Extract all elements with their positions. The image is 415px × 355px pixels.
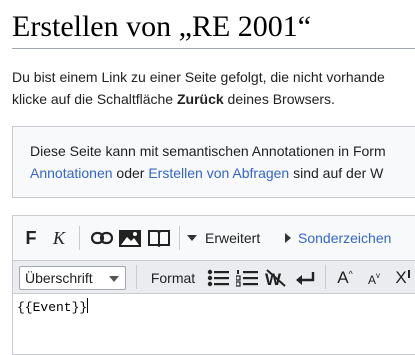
line-break-icon[interactable]: [293, 266, 317, 290]
special-chars-toggle[interactable]: Sonderzeichen: [285, 226, 405, 250]
big-text-label: A: [337, 268, 349, 287]
wiki-editor: F K Erweitert Sonderzeichen Überschrift …: [12, 215, 415, 355]
superscript-mark: [407, 270, 413, 278]
notice-text: Diese Seite kann mit semantischen Annota…: [30, 140, 386, 184]
format-label: Format: [150, 270, 196, 286]
svg-text:W: W: [265, 270, 282, 287]
advanced-label: Erweitert: [205, 230, 261, 246]
bold-button[interactable]: F: [21, 226, 41, 250]
wikitext-content: {{Event}}: [17, 300, 88, 315]
book-icon[interactable]: [147, 226, 171, 250]
wikitext-textarea[interactable]: {{Event}}: [13, 294, 415, 354]
small-text-label: A: [367, 273, 376, 287]
big-text-button[interactable]: A ^: [333, 266, 357, 290]
toolbar-separator: [79, 226, 80, 250]
image-icon[interactable]: [118, 226, 142, 250]
notice-tail-text: sind auf der W: [289, 165, 384, 181]
arrow-up-icon: ^: [348, 269, 353, 279]
superscript-label: X: [395, 268, 407, 287]
triangle-right-icon: [285, 233, 291, 243]
advanced-toolbar: Überschrift Format W A ^ Av X: [13, 260, 415, 294]
superscript-button[interactable]: X: [391, 266, 415, 290]
intro-text: Du bist einem Link zu einer Seite gefolg…: [12, 66, 385, 110]
bulleted-list-icon[interactable]: [206, 266, 230, 290]
special-chars-label: Sonderzeichen: [298, 230, 392, 246]
chevron-down-icon: [109, 276, 119, 282]
intro-line-2: klicke auf die Schaltfläche Zurück deine…: [12, 88, 385, 110]
advanced-toggle[interactable]: Erweitert: [187, 226, 273, 250]
nowiki-icon[interactable]: W: [264, 266, 288, 290]
text-cursor: [87, 298, 89, 313]
toolbar-separator: [325, 265, 326, 289]
intro-line-1: Du bist einem Link zu einer Seite gefolg…: [12, 69, 385, 85]
italic-button[interactable]: K: [49, 226, 69, 250]
page-title: Erstellen von „RE 2001“: [12, 10, 312, 43]
numbered-list-icon[interactable]: [235, 266, 259, 290]
heading-select-value: Überschrift: [25, 270, 93, 286]
toolbar-separator: [136, 265, 137, 289]
semantic-notice-box: Diese Seite kann mit semantischen Annota…: [12, 126, 415, 198]
notice-line-2: Annotationen oder Erstellen von Abfragen…: [30, 162, 386, 184]
toolbar-separator: [179, 226, 180, 250]
small-text-button[interactable]: Av: [363, 266, 385, 290]
triangle-down-icon: [187, 235, 197, 241]
title-divider: [12, 48, 415, 49]
intro-line-2-end: deines Browsers.: [223, 91, 335, 107]
arrow-down-icon: v: [376, 270, 380, 280]
notice-mid-text: oder: [112, 165, 149, 181]
link-icon[interactable]: [90, 226, 114, 250]
back-button-name: Zurück: [176, 91, 224, 107]
intro-line-2-start: klicke auf die Schaltfläche: [12, 91, 177, 107]
create-queries-link[interactable]: Erstellen von Abfragen: [148, 165, 289, 181]
heading-select[interactable]: Überschrift: [19, 266, 126, 290]
main-toolbar: F K Erweitert Sonderzeichen: [13, 216, 415, 260]
annotations-link[interactable]: Annotationen: [30, 165, 113, 181]
notice-line-1: Diese Seite kann mit semantischen Annota…: [30, 143, 386, 159]
